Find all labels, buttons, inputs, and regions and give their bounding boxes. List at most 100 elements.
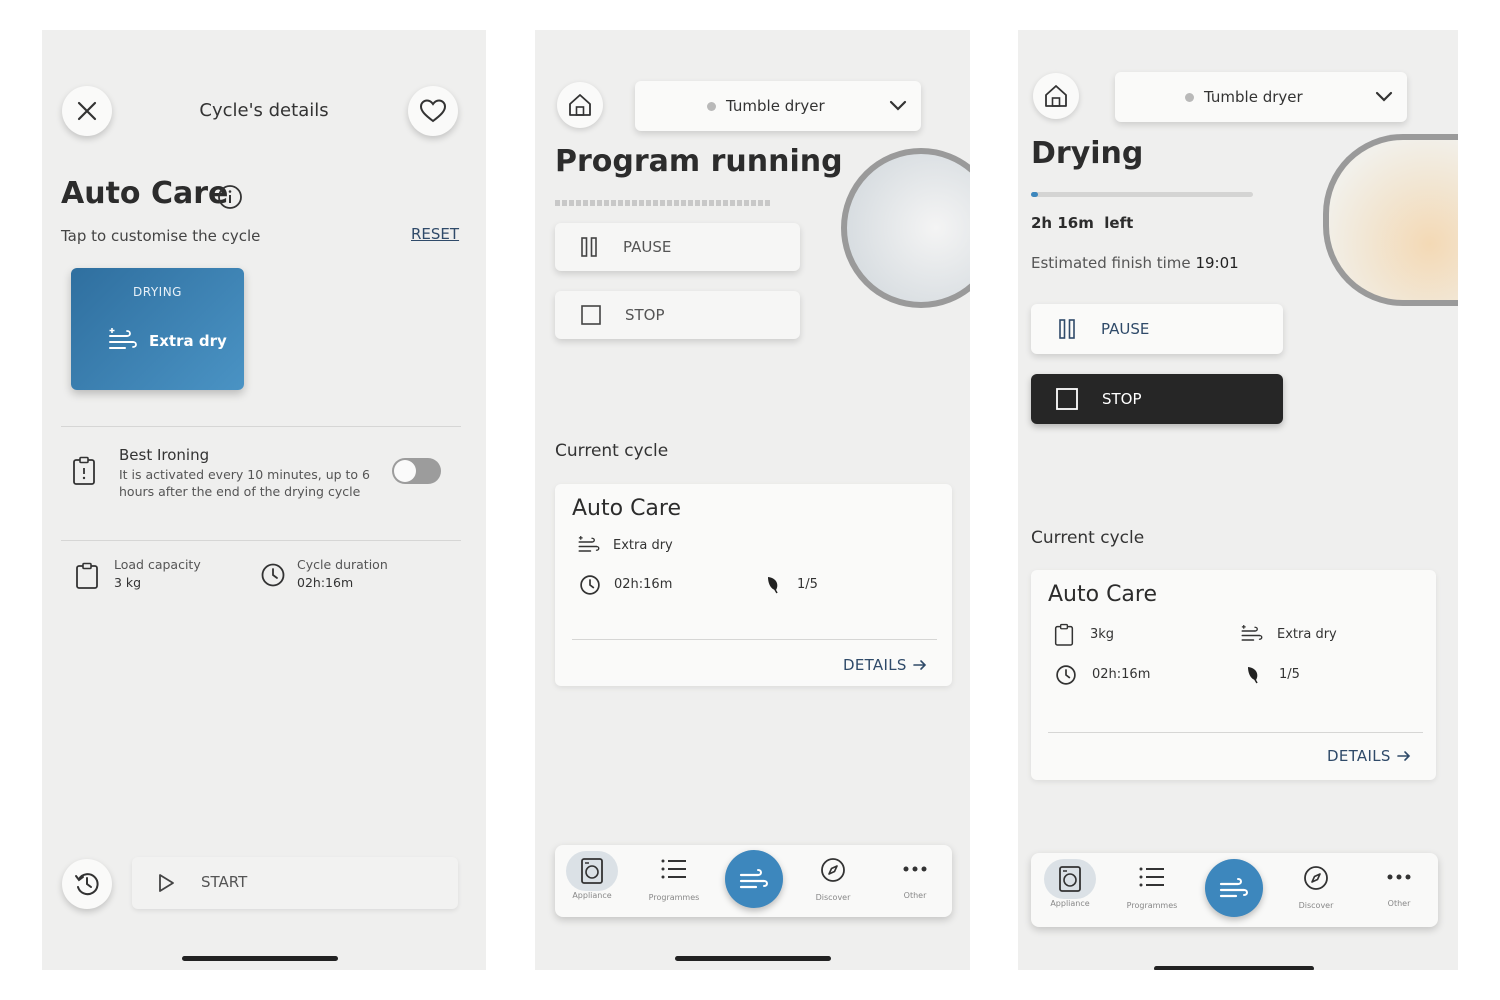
extra-dry-icon xyxy=(1241,625,1263,641)
home-button[interactable] xyxy=(557,82,603,128)
pause-button[interactable]: PAUSE xyxy=(555,223,800,271)
dryer-action-fab[interactable] xyxy=(725,850,783,908)
delay-start-button[interactable] xyxy=(62,859,112,909)
drying-progress-fill xyxy=(1031,192,1038,197)
dryer-action-fab[interactable] xyxy=(1205,859,1263,917)
cycle-name: Auto Care xyxy=(572,496,682,521)
stop-icon xyxy=(1056,388,1078,410)
divider xyxy=(572,639,937,640)
details-label: DETAILS xyxy=(1327,747,1391,765)
load-capacity-value: 3 kg xyxy=(114,575,142,590)
appliance-name: Tumble dryer xyxy=(726,97,825,115)
toggle-knob xyxy=(394,460,416,482)
details-link[interactable]: DETAILS xyxy=(1327,747,1411,765)
nav-discover-label: Discover xyxy=(815,893,851,902)
customise-subtitle: Tap to customise the cycle xyxy=(61,227,261,245)
drying-progress-track xyxy=(1031,192,1253,197)
program-status-title: Program running xyxy=(555,144,843,179)
chevron-down-icon xyxy=(1375,91,1393,102)
cycle-dryness: Extra dry xyxy=(613,538,673,553)
arrow-right-icon xyxy=(1396,751,1410,761)
drying-option-tile[interactable]: DRYING Extra dry xyxy=(71,268,244,390)
appliance-selector[interactable]: Tumble dryer xyxy=(635,81,921,131)
pause-icon xyxy=(1059,319,1075,339)
washer-icon xyxy=(581,858,603,884)
nav-discover-label: Discover xyxy=(1298,901,1334,910)
nav-other[interactable]: Other xyxy=(1364,853,1434,908)
appliance-selector[interactable]: Tumble dryer xyxy=(1115,72,1407,122)
drying-screen: Tumble dryer Drying 2h 16m left Estimate… xyxy=(1018,30,1458,970)
cycle-duration-value: 02h:16m xyxy=(297,575,354,590)
nav-programmes[interactable]: Programmes xyxy=(1117,853,1187,910)
appliance-status-dot xyxy=(1185,92,1194,102)
cycle-eco-rating: 1/5 xyxy=(1279,667,1300,682)
load-capacity-icon xyxy=(1054,623,1074,646)
current-cycle-label: Current cycle xyxy=(1031,528,1145,548)
washer-icon xyxy=(1059,866,1081,892)
home-indicator xyxy=(182,956,338,961)
details-label: DETAILS xyxy=(843,656,907,674)
nav-appliance[interactable]: Appliance xyxy=(557,845,627,900)
appliance-name: Tumble dryer xyxy=(1204,88,1303,106)
more-icon xyxy=(1387,874,1411,880)
nav-other[interactable]: Other xyxy=(880,845,950,900)
stop-button[interactable]: STOP xyxy=(1031,374,1283,424)
extra-dry-icon xyxy=(107,326,139,358)
program-status-title: Drying xyxy=(1031,136,1144,171)
pause-label: PAUSE xyxy=(1101,320,1150,338)
program-title: Auto Care xyxy=(61,176,229,211)
best-ironing-description: It is activated every 10 minutes, up to … xyxy=(119,467,371,499)
drying-tile-value: Extra dry xyxy=(149,332,227,350)
favorite-button[interactable] xyxy=(408,86,458,136)
history-icon xyxy=(75,873,99,896)
load-capacity-label: Load capacity xyxy=(114,557,201,572)
stop-label: STOP xyxy=(1102,390,1142,408)
cycle-duration: 02h:16m xyxy=(614,577,673,592)
chevron-down-icon xyxy=(889,100,907,111)
nav-appliance-highlight xyxy=(566,851,618,891)
divider xyxy=(61,426,461,427)
current-cycle-card: Auto Care 3kg Extra dry 02h:16m 1/5 DETA… xyxy=(1031,570,1436,780)
bottom-navbar: Appliance Programmes Discover Other xyxy=(1031,853,1438,927)
best-ironing-toggle[interactable] xyxy=(392,458,441,484)
list-icon xyxy=(1139,867,1164,887)
divider xyxy=(1048,732,1423,733)
drying-tile-label: DRYING xyxy=(133,285,182,299)
clock-icon xyxy=(1056,665,1076,685)
bottom-navbar: Appliance Programmes Discover Other xyxy=(555,845,952,917)
stop-label: STOP xyxy=(625,306,665,324)
progress-bar xyxy=(555,200,771,206)
pause-label: PAUSE xyxy=(623,238,672,256)
compass-icon xyxy=(1304,866,1328,890)
best-ironing-title: Best Ironing xyxy=(119,446,210,464)
details-link[interactable]: DETAILS xyxy=(843,656,927,674)
program-running-screen: Tumble dryer Program running PAUSE STOP … xyxy=(535,30,970,970)
pause-button[interactable]: PAUSE xyxy=(1031,304,1283,354)
start-label: START xyxy=(201,873,248,891)
info-icon[interactable] xyxy=(217,184,243,214)
heart-icon xyxy=(419,99,447,123)
nav-appliance[interactable]: Appliance xyxy=(1035,853,1105,908)
best-ironing-icon xyxy=(71,456,97,490)
nav-discover[interactable]: Discover xyxy=(1281,853,1351,910)
reset-link[interactable]: RESET xyxy=(411,225,459,243)
nav-appliance-label: Appliance xyxy=(1050,899,1090,908)
drying-wind-icon xyxy=(739,869,768,889)
home-indicator xyxy=(1154,966,1314,970)
home-icon xyxy=(569,94,591,116)
nav-appliance-label: Appliance xyxy=(572,891,612,900)
finish-time: 19:01 xyxy=(1195,254,1239,272)
clock-icon xyxy=(260,562,286,592)
pause-icon xyxy=(581,237,597,257)
home-icon xyxy=(1045,85,1067,107)
start-button[interactable]: START xyxy=(132,857,458,909)
time-left: 2h 16m left xyxy=(1031,214,1134,232)
nav-programmes[interactable]: Programmes xyxy=(639,845,709,902)
nav-discover[interactable]: Discover xyxy=(798,845,868,902)
divider xyxy=(61,540,461,541)
cycle-dryness: Extra dry xyxy=(1277,627,1337,642)
stop-button[interactable]: STOP xyxy=(555,291,800,339)
more-icon xyxy=(903,866,927,872)
cycle-details-screen: Cycle's details Auto Care Tap to customi… xyxy=(42,30,486,970)
home-button[interactable] xyxy=(1033,73,1079,119)
